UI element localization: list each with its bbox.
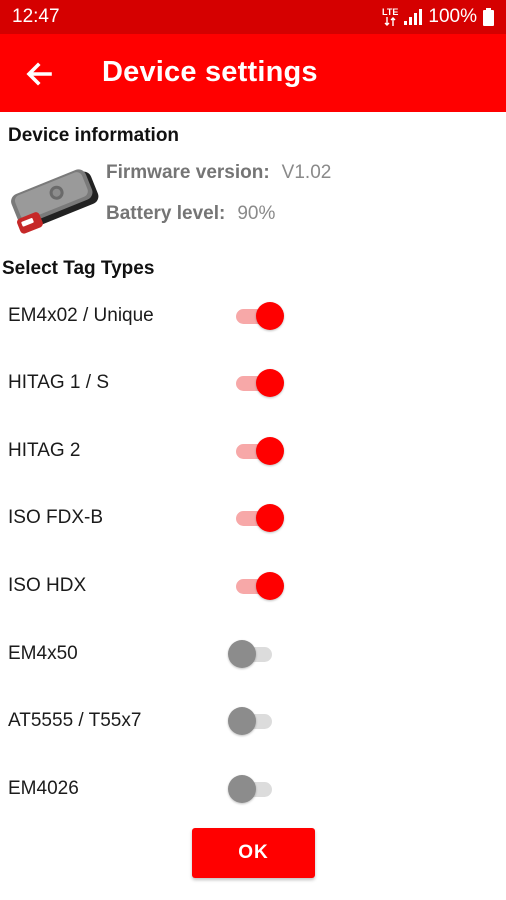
firmware-version-label: Firmware version:	[106, 162, 270, 183]
tag-type-row-hitag1[interactable]: HITAG 1 / S	[0, 360, 506, 406]
select-tag-types-title: Select Tag Types	[2, 258, 155, 279]
switch-thumb	[228, 707, 256, 735]
battery-level-value: 90%	[237, 203, 276, 224]
lte-label: LTE	[382, 7, 399, 17]
switch-thumb	[256, 504, 284, 532]
app-bar: Device settings	[0, 34, 506, 112]
tag-type-row-em4x50[interactable]: EM4x50	[0, 631, 506, 677]
tag-type-row-em4x02[interactable]: EM4x02 / Unique	[0, 293, 506, 339]
ok-button[interactable]: OK	[192, 828, 315, 878]
switch-thumb	[256, 572, 284, 600]
tag-type-row-hitag2[interactable]: HITAG 2	[0, 428, 506, 474]
tag-type-switch[interactable]	[226, 571, 288, 601]
arrow-back-icon	[26, 62, 52, 86]
switch-thumb	[256, 437, 284, 465]
switch-thumb	[228, 640, 256, 668]
tag-type-label: AT5555 / T55x7	[8, 710, 142, 731]
switch-thumb	[256, 369, 284, 397]
tag-type-row-em4026[interactable]: EM4026	[0, 766, 506, 812]
tag-type-switch[interactable]	[226, 368, 288, 398]
tag-type-label: EM4026	[8, 778, 79, 799]
lte-icon: LTE	[382, 8, 398, 26]
tag-type-row-iso-hdx[interactable]: ISO HDX	[0, 563, 506, 609]
tag-type-switch[interactable]	[226, 774, 288, 804]
tag-type-switch[interactable]	[226, 503, 288, 533]
switch-thumb	[256, 302, 284, 330]
battery-level-label: Battery level:	[106, 203, 226, 224]
back-button[interactable]	[20, 54, 60, 94]
tag-type-label: HITAG 2	[8, 440, 81, 461]
tag-type-row-iso-fdx-b[interactable]: ISO FDX-B	[0, 495, 506, 541]
tag-type-label: EM4x50	[8, 643, 78, 664]
tag-type-label: ISO HDX	[8, 575, 87, 596]
tag-type-label: ISO FDX-B	[8, 507, 104, 528]
tag-type-label: HITAG 1 / S	[8, 372, 110, 393]
device-image	[11, 169, 99, 234]
device-information-title: Device information	[8, 125, 180, 146]
tag-type-row-at5555[interactable]: AT5555 / T55x7	[0, 698, 506, 744]
tag-type-switch[interactable]	[226, 706, 288, 736]
tag-type-switch[interactable]	[226, 436, 288, 466]
firmware-version-value: V1.02	[281, 162, 332, 183]
firmware-version-row: Firmware version: V1.02	[106, 162, 331, 184]
cellular-signal-icon	[404, 9, 423, 25]
tag-type-switch[interactable]	[226, 639, 288, 669]
status-bar: 12:47 LTE 100%	[0, 0, 506, 34]
status-time: 12:47	[12, 6, 60, 27]
battery-full-icon	[483, 8, 494, 26]
tag-type-switch[interactable]	[226, 301, 288, 331]
battery-level-row: Battery level: 90%	[106, 203, 275, 225]
tag-type-label: EM4x02 / Unique	[8, 305, 154, 326]
page-title: Device settings	[102, 56, 318, 88]
switch-thumb	[228, 775, 256, 803]
battery-percent: 100%	[428, 6, 477, 27]
status-icons: LTE 100%	[382, 6, 494, 28]
